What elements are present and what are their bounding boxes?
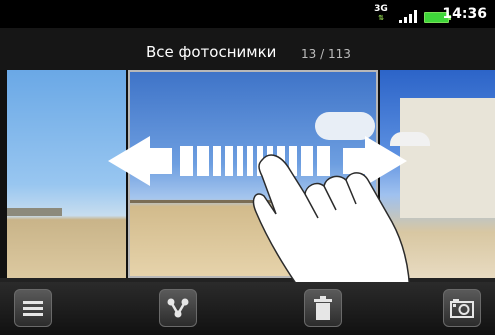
photo-counter: 13 / 113 [301, 47, 351, 61]
album-title-bar: Все фотоснимки 13 / 113 [0, 28, 495, 70]
menu-icon [23, 301, 43, 316]
share-icon [167, 298, 189, 318]
signal-icon [399, 10, 417, 23]
network-3g-icon: 3G ⇅ [374, 5, 388, 23]
menu-button[interactable] [14, 289, 52, 327]
trash-icon [314, 296, 332, 320]
network-label: 3G [374, 4, 388, 14]
gallery-screen: 3G ⇅ 14:36 Все фотоснимки 13 / 113 [0, 0, 495, 335]
data-arrows-icon: ⇅ [378, 14, 384, 22]
share-button[interactable] [159, 289, 197, 327]
bottom-toolbar [0, 282, 495, 335]
delete-button[interactable] [304, 289, 342, 327]
album-title: Все фотоснимки [146, 43, 277, 61]
status-bar: 3G ⇅ 14:36 [0, 0, 495, 28]
camera-button[interactable] [443, 289, 481, 327]
camera-icon [450, 299, 474, 318]
status-time: 14:36 [442, 6, 487, 22]
